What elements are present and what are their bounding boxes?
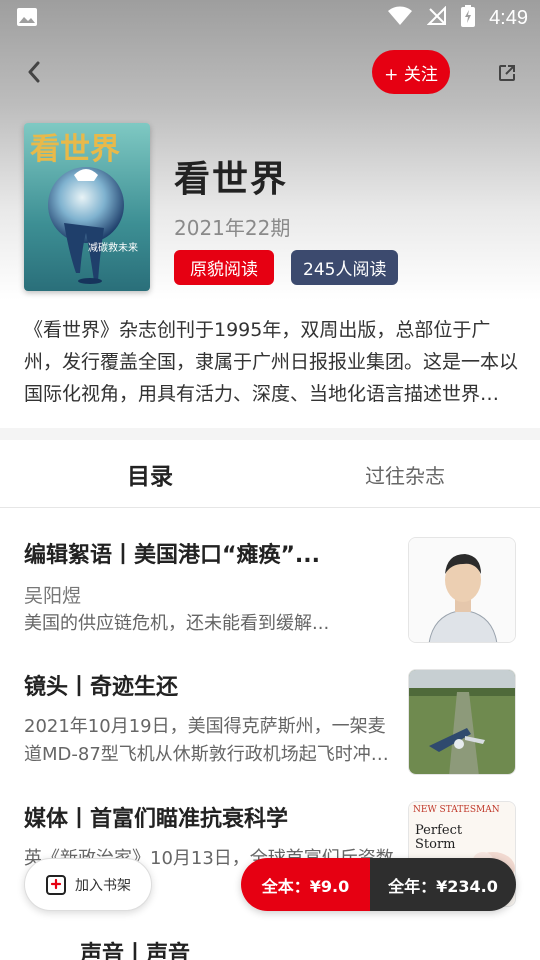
add-to-bookshelf-button[interactable]: 加入书架 [24,858,152,911]
cover-caption: 减碳救未来 [88,241,138,254]
section-divider [0,428,540,440]
tab-contents[interactable]: 目录 [15,440,285,508]
thumb-headline-2: Storm [415,837,456,852]
readers-count-badge: 245人阅读 [291,250,399,285]
cover-title: 看世界 [30,132,120,167]
follow-button[interactable]: + 关注 [372,50,450,94]
back-button[interactable] [20,58,48,86]
article-summary: 美国的供应链危机，还未能看到缓解... [24,613,330,634]
share-external-icon [499,65,515,81]
buy-single-issue-button[interactable]: 全本：¥9.0 [241,858,370,911]
article-title: 媒体丨首富们瞄准抗衰科学 [24,807,289,832]
magazine-cover[interactable]: 减碳救未来 看世界 [24,123,150,291]
clock: 4:49 [489,6,528,29]
buy-year-subscription-button[interactable]: 全年：¥234.0 [370,858,516,911]
article-title: 编辑絮语丨美国港口“瘫痪”... [24,543,320,568]
share-button[interactable] [494,60,520,86]
tab-bar: 目录 过往杂志 [0,440,540,508]
tab-past-issues[interactable]: 过往杂志 [270,440,540,508]
magazine-issue: 2021年22期 [174,216,291,240]
original-read-button[interactable]: 原貌阅读 [174,250,274,285]
chevron-left-icon [28,61,40,83]
article-title[interactable]: 声音丨声音 [80,936,190,960]
wifi-icon [387,6,413,30]
no-signal-icon [426,5,447,30]
article-thumbnail [408,669,516,775]
magazine-title: 看世界 [174,159,289,200]
article-thumbnail [408,537,516,643]
status-bar: 4:49 [0,0,540,36]
battery-charging-icon [461,5,476,31]
article-item[interactable]: 镜头丨奇迹生还 2021年10月19日，美国得克萨斯州，一架麦道MD-87型飞机… [24,669,518,779]
article-summary: 2021年10月19日，美国得克萨斯州，一架麦道MD-87型飞机从休斯敦行政机场… [24,716,389,765]
article-author: 吴阳煜 [24,585,82,607]
thumb-masthead: NEW STATESMAN [413,805,500,815]
magazine-description[interactable]: 《看世界》杂志创刊于1995年，双周出版，总部位于广州，发行覆盖全国，隶属于广州… [24,314,518,410]
bookshelf-label: 加入书架 [75,877,131,894]
article-title: 镜头丨奇迹生还 [24,675,179,700]
thumb-headline-1: Perfect [415,823,463,838]
image-icon [16,7,38,27]
purchase-bar: 全本：¥9.0 全年：¥234.0 [241,858,516,911]
article-item[interactable]: 编辑絮语丨美国港口“瘫痪”... 吴阳煜 美国的供应链危机，还未能看到缓解... [24,537,518,647]
bookshelf-add-icon [46,874,66,895]
